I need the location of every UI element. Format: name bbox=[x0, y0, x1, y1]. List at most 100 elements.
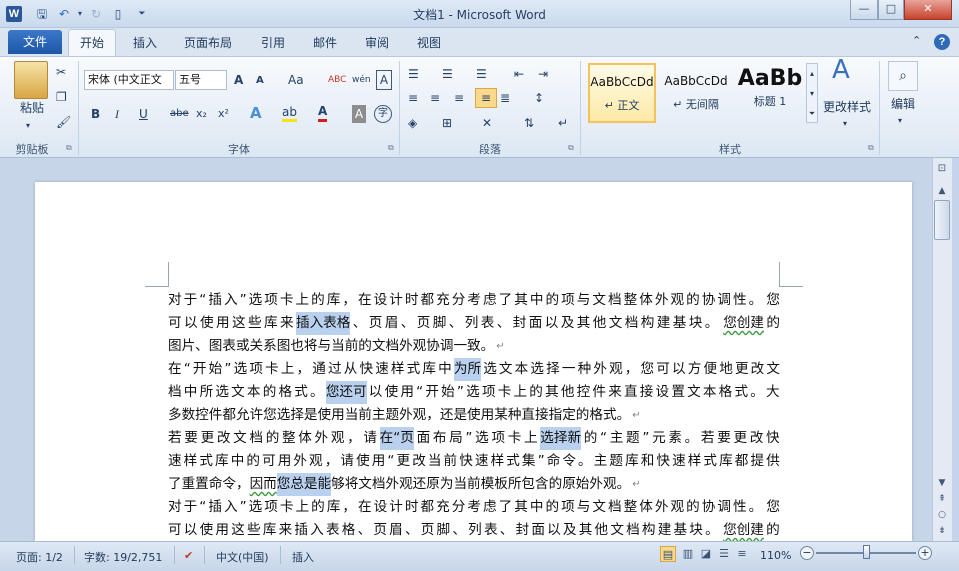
chinese-layout-icon[interactable]: ✕ bbox=[482, 114, 492, 132]
change-case-button[interactable]: Aa bbox=[288, 71, 304, 89]
format-painter-icon[interactable]: 🖌 bbox=[56, 113, 71, 131]
select-browse-object-icon[interactable]: ○ bbox=[934, 508, 950, 522]
multilevel-list-icon[interactable]: ☰ bbox=[476, 65, 487, 83]
web-layout-view-icon[interactable]: ◪ bbox=[698, 546, 714, 562]
change-styles-label[interactable]: 更改样式 bbox=[823, 98, 871, 115]
full-screen-reading-view-icon[interactable]: ▥ bbox=[680, 546, 696, 562]
grow-font-button[interactable]: A bbox=[234, 71, 243, 89]
superscript-button[interactable]: x² bbox=[218, 105, 229, 123]
distributed-icon[interactable]: ≣ bbox=[500, 89, 510, 107]
bold-button[interactable]: B bbox=[91, 105, 100, 123]
decrease-indent-icon[interactable]: ⇤ bbox=[514, 65, 524, 83]
shrink-font-button[interactable]: A bbox=[256, 72, 264, 90]
font-launcher-icon[interactable]: ⧉ bbox=[388, 143, 394, 153]
clipboard-launcher-icon[interactable]: ⧉ bbox=[66, 143, 72, 153]
editing-dropdown-icon[interactable]: ▾ bbox=[898, 112, 902, 130]
word-count[interactable]: 字数: 19/2,751 bbox=[84, 549, 162, 565]
draft-view-icon[interactable]: ≡ bbox=[734, 546, 750, 562]
ruler-toggle-icon[interactable]: ⊡ bbox=[934, 162, 950, 176]
document-line[interactable]: 了重置命令， 因而 您总是能 够将文档外观还原为当前模板所包含的原始外观。 ↵ bbox=[168, 473, 780, 496]
binoculars-icon[interactable]: ⌕ bbox=[888, 61, 918, 91]
close-button[interactable]: ✕ bbox=[904, 0, 952, 20]
tab-references[interactable]: 引用 bbox=[261, 34, 285, 51]
minimize-ribbon-icon[interactable]: ⌃ bbox=[912, 34, 921, 47]
zoom-in-button[interactable]: + bbox=[918, 546, 932, 560]
char-shading-button[interactable]: A bbox=[352, 105, 366, 123]
show-marks-icon[interactable]: ↵ bbox=[558, 114, 568, 132]
page-indicator[interactable]: 页面: 1/2 bbox=[16, 549, 63, 565]
align-center-icon[interactable]: ≡ bbox=[430, 89, 440, 107]
save-icon[interactable]: 🖫 bbox=[34, 6, 50, 22]
document-line[interactable]: 对于 “插入” 选项卡上的库，在设计时都充分考虑了其中的项与文档整体外观的协调性。 … bbox=[168, 289, 780, 312]
increase-indent-icon[interactable]: ⇥ bbox=[538, 65, 548, 83]
enclose-char-button[interactable]: 字 bbox=[374, 105, 392, 123]
document-line[interactable]: 在 “开始” 选项卡上，通过从快速样式库中为所选文本选择一种外观，您可以方便地更改文 bbox=[168, 358, 780, 381]
paste-icon[interactable] bbox=[14, 61, 48, 99]
change-styles-icon[interactable]: A bbox=[832, 57, 850, 83]
cut-icon[interactable]: ✂ bbox=[56, 63, 66, 81]
styles-launcher-icon[interactable]: ⧉ bbox=[868, 143, 874, 153]
print-layout-view-icon[interactable]: ▤ bbox=[660, 546, 676, 562]
highlight-button[interactable]: ab bbox=[282, 105, 297, 122]
styles-gallery-scroll[interactable]: ▴ ▾ ⏷ bbox=[806, 63, 818, 123]
customize-qat-icon[interactable]: ⏷ bbox=[134, 6, 150, 22]
justify-icon[interactable]: ≡ bbox=[475, 88, 497, 108]
word-app-icon[interactable]: W bbox=[6, 6, 22, 22]
clear-format-button[interactable]: ABC bbox=[328, 71, 346, 89]
document-line[interactable]: 速样式库中的可用外观，请使用 “更改当前快速样式集” 命令。主题库和快速样式库都提供 bbox=[168, 450, 780, 473]
document-line[interactable]: 可以使用这些库来插入表格、页眉、页脚、列表、封面以及其他文档构建基块。 您创建的 bbox=[168, 312, 780, 335]
document-line[interactable]: 对于 “插入” 选项卡上的库，在设计时都充分考虑了其中的项与文档整体外观的协调性。 … bbox=[168, 496, 780, 519]
copy-icon[interactable]: ❐ bbox=[56, 88, 67, 106]
align-right-icon[interactable]: ≡ bbox=[454, 89, 464, 107]
font-color-button[interactable]: A bbox=[318, 104, 328, 122]
style-no-spacing[interactable]: AaBbCcDd ↵ 无间隔 bbox=[662, 63, 730, 123]
underline-button[interactable]: U bbox=[139, 105, 148, 123]
redo-icon[interactable]: ↻ bbox=[88, 6, 104, 22]
proofing-icon[interactable]: ✔ bbox=[184, 549, 193, 562]
document-line[interactable]: 若要更改文档的整体外观，请在“页面布局” 选项卡上选择新的 “主题” 元素。若要更改快 bbox=[168, 427, 780, 450]
tab-review[interactable]: 审阅 bbox=[365, 34, 389, 51]
scroll-up-icon[interactable]: ▲ bbox=[934, 184, 950, 198]
change-styles-dropdown-icon[interactable]: ▾ bbox=[843, 115, 847, 133]
font-name-combo[interactable]: 宋体 (中文正文 bbox=[84, 70, 174, 90]
maximize-button[interactable]: □ bbox=[878, 0, 904, 20]
style-heading-1[interactable]: AaBb 标题 1 bbox=[736, 63, 804, 123]
zoom-out-button[interactable]: − bbox=[800, 546, 814, 560]
tab-home[interactable]: 开始 bbox=[68, 29, 116, 57]
tab-file[interactable]: 文件 bbox=[8, 30, 62, 54]
new-doc-icon[interactable]: ▯ bbox=[110, 6, 126, 22]
minimize-button[interactable]: — bbox=[850, 0, 878, 20]
numbering-icon[interactable]: ☰ bbox=[442, 65, 453, 83]
document-page[interactable]: 对于 “插入” 选项卡上的库，在设计时都充分考虑了其中的项与文档整体外观的协调性。 … bbox=[35, 182, 912, 541]
phonetic-guide-button[interactable]: wén bbox=[352, 71, 371, 89]
shading-icon[interactable]: ◈ bbox=[408, 114, 417, 132]
tab-page-layout[interactable]: 页面布局 bbox=[184, 34, 232, 51]
strikethrough-button[interactable]: abe bbox=[170, 105, 189, 123]
editing-button-label[interactable]: 编辑 bbox=[891, 95, 915, 112]
subscript-button[interactable]: x₂ bbox=[196, 105, 207, 123]
undo-dropdown-icon[interactable]: ▾ bbox=[72, 6, 88, 22]
document-line[interactable]: 多数控件都允许您选择是使用当前主题外观，还是使用某种直接指定的格式。 ↵ bbox=[168, 404, 780, 427]
zoom-level[interactable]: 110% bbox=[760, 549, 791, 562]
style-normal[interactable]: AaBbCcDd ↵ 正文 bbox=[588, 63, 656, 123]
bullets-icon[interactable]: ☰ bbox=[408, 65, 419, 83]
outline-view-icon[interactable]: ☰ bbox=[716, 546, 732, 562]
document-line[interactable]: 图片、图表或关系图也将与当前的文档外观协调一致。 ↵ bbox=[168, 335, 780, 358]
tab-view[interactable]: 视图 bbox=[417, 34, 441, 51]
tab-mailings[interactable]: 邮件 bbox=[313, 34, 337, 51]
tab-insert[interactable]: 插入 bbox=[133, 34, 157, 51]
italic-button[interactable]: I bbox=[115, 105, 119, 123]
borders-icon[interactable]: ⊞ bbox=[442, 114, 452, 132]
language-indicator[interactable]: 中文(中国) bbox=[216, 549, 269, 565]
font-size-combo[interactable]: 五号 bbox=[175, 70, 227, 90]
align-left-icon[interactable]: ≡ bbox=[408, 89, 418, 107]
document-line[interactable]: 档中所选文本的格式。您还可以使用 “开始” 选项卡上的其他控件来直接设置文本格式。大 bbox=[168, 381, 780, 404]
paste-button-label[interactable]: 粘贴 bbox=[12, 99, 52, 117]
text-effects-button[interactable]: A bbox=[250, 104, 262, 122]
sort-icon[interactable]: ⇅ bbox=[524, 114, 534, 132]
paste-dropdown-icon[interactable]: ▾ bbox=[26, 117, 30, 135]
char-border-button[interactable]: A bbox=[376, 70, 392, 90]
undo-icon[interactable]: ↶ bbox=[56, 6, 72, 22]
paragraph-launcher-icon[interactable]: ⧉ bbox=[568, 143, 574, 153]
insert-mode-indicator[interactable]: 插入 bbox=[292, 549, 314, 565]
